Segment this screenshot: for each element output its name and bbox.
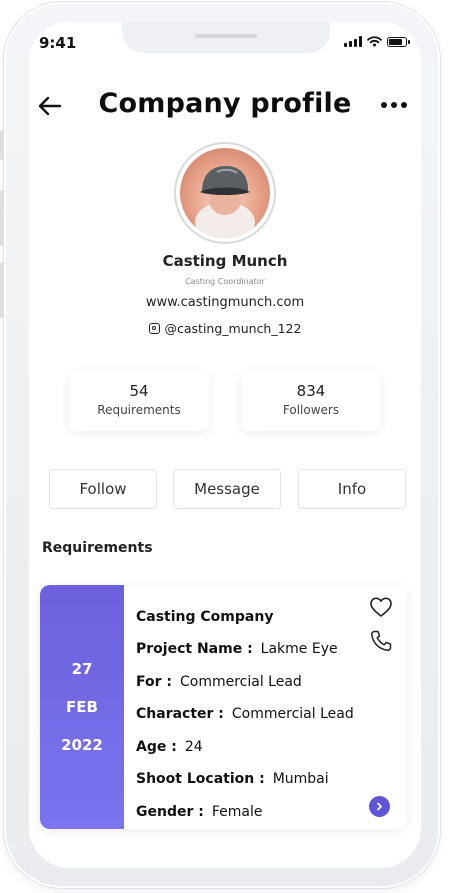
notch xyxy=(122,22,330,53)
avatar xyxy=(174,142,276,244)
stat-value: 54 xyxy=(129,382,149,400)
mute-switch xyxy=(0,130,4,160)
instagram-icon xyxy=(148,323,160,334)
page-title: Company profile xyxy=(98,88,352,119)
requirement-company: Casting Company xyxy=(136,609,274,625)
stat-label: Followers xyxy=(282,403,340,417)
signal-icon xyxy=(344,36,362,47)
battery-icon xyxy=(387,36,410,47)
stat-label: Requirements xyxy=(97,403,181,417)
wifi-icon xyxy=(367,36,382,47)
status-time: 9:41 xyxy=(39,34,77,52)
date-year: 2022 xyxy=(61,736,103,754)
profile-instagram[interactable]: @casting_munch_122 xyxy=(29,321,421,336)
requirement-field-location: Shoot Location : Mumbai xyxy=(136,771,329,787)
profile-name: Casting Munch xyxy=(162,252,288,270)
heart-icon[interactable] xyxy=(369,596,393,618)
profile-role: Casting Coordinator xyxy=(185,277,265,286)
requirement-field-project: Project Name : Lakme Eye xyxy=(136,641,338,657)
requirement-field-for: For : Commercial Lead xyxy=(136,674,302,690)
volume-down-button xyxy=(0,262,4,318)
screen: 9:41 Company profile Casting Munch Casti… xyxy=(29,22,421,868)
requirement-card[interactable]: 27 FEB 2022 Casting Company Project Name… xyxy=(40,585,407,829)
stat-value: 834 xyxy=(296,382,326,400)
requirement-field-character: Character : Commercial Lead xyxy=(136,706,354,722)
follow-button[interactable]: Follow xyxy=(49,469,157,509)
volume-up-button xyxy=(0,190,4,246)
date-strip: 27 FEB 2022 xyxy=(40,585,124,829)
section-title-requirements: Requirements xyxy=(42,540,153,556)
message-button[interactable]: Message xyxy=(173,469,281,509)
instagram-handle: @casting_munch_122 xyxy=(164,321,302,336)
status-icons xyxy=(344,36,410,47)
more-icon[interactable] xyxy=(381,102,407,108)
date-month: FEB xyxy=(66,698,98,716)
info-button[interactable]: Info xyxy=(298,469,406,509)
chevron-right-icon[interactable] xyxy=(369,796,390,817)
header: Company profile xyxy=(29,84,421,128)
speaker xyxy=(195,34,257,38)
requirement-field-gender: Gender : Female xyxy=(136,804,263,820)
stat-followers[interactable]: 834 Followers xyxy=(241,371,381,431)
phone-icon[interactable] xyxy=(369,629,393,653)
requirement-field-age: Age :24 xyxy=(136,739,203,755)
avatar-photo xyxy=(195,166,255,238)
stat-requirements[interactable]: 54 Requirements xyxy=(69,371,209,431)
profile-website[interactable]: www.castingmunch.com xyxy=(29,295,421,310)
date-day: 27 xyxy=(71,660,93,678)
